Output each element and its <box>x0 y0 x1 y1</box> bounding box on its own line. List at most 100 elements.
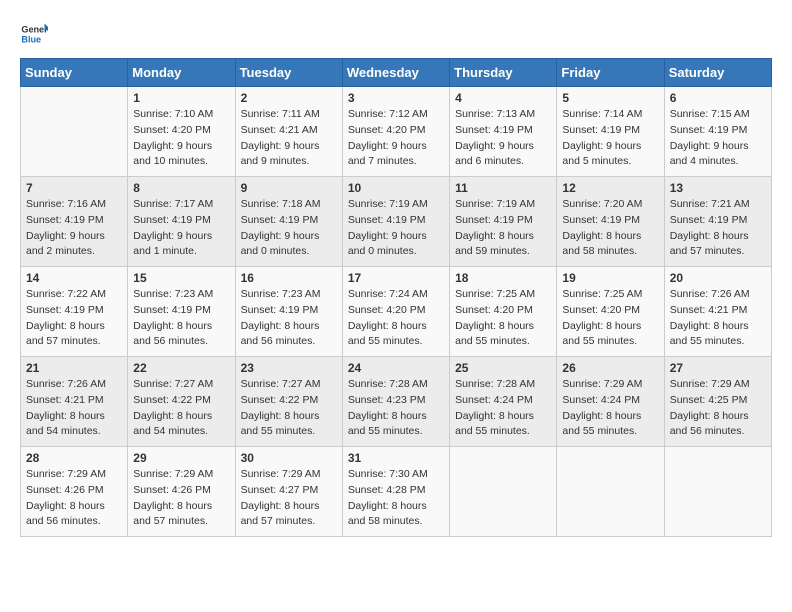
sunset-text: Sunset: 4:22 PM <box>241 394 319 406</box>
sunset-text: Sunset: 4:21 PM <box>670 304 748 316</box>
daylight-text: Daylight: 8 hours and 59 minutes. <box>455 230 534 258</box>
calendar-cell: 27Sunrise: 7:29 AMSunset: 4:25 PMDayligh… <box>664 357 771 447</box>
sunset-text: Sunset: 4:23 PM <box>348 394 426 406</box>
daylight-text: Daylight: 8 hours and 55 minutes. <box>348 410 427 438</box>
header-saturday: Saturday <box>664 59 771 87</box>
sunrise-text: Sunrise: 7:29 AM <box>26 468 106 480</box>
sunset-text: Sunset: 4:19 PM <box>348 214 426 226</box>
calendar-cell: 25 Sunrise: 7:28 AMSunset: 4:24 PMDayligh… <box>450 357 557 447</box>
sunset-text: Sunset: 4:19 PM <box>670 214 748 226</box>
daylight-text: Daylight: 9 hours and 7 minutes. <box>348 140 427 168</box>
sunrise-text: Sunrise: 7:27 AM <box>241 378 321 390</box>
sunset-text: Sunset: 4:19 PM <box>455 214 533 226</box>
sunset-text: Sunset: 4:19 PM <box>241 214 319 226</box>
sunset-text: Sunset: 4:25 PM <box>670 394 748 406</box>
header-tuesday: Tuesday <box>235 59 342 87</box>
calendar-cell: 14Sunrise: 7:22 AMSunset: 4:19 PMDayligh… <box>21 267 128 357</box>
daylight-text: Daylight: 8 hours and 58 minutes. <box>348 500 427 528</box>
calendar-cell: 29Sunrise: 7:29 AMSunset: 4:26 PMDayligh… <box>128 447 235 537</box>
day-info: Sunrise: 7:15 AM Sunset: 4:19 PM Daylight:… <box>670 107 766 170</box>
day-number: 13 <box>670 181 766 195</box>
svg-text:Blue: Blue <box>21 34 41 44</box>
day-info: Sunrise: 7:27 AMSunset: 4:22 PMDaylight:… <box>241 377 337 440</box>
calendar-cell: 13Sunrise: 7:21 AMSunset: 4:19 PMDayligh… <box>664 177 771 267</box>
day-info: Sunrise: 7:27 AMSunset: 4:22 PMDaylight:… <box>133 377 229 440</box>
day-number: 7 <box>26 181 122 195</box>
day-info: Sunrise: 7:12 AMSunset: 4:20 PMDaylight:… <box>348 107 444 170</box>
calendar-cell: 23Sunrise: 7:27 AMSunset: 4:22 PMDayligh… <box>235 357 342 447</box>
sunset-text: Sunset: 4:21 AM <box>241 124 318 136</box>
day-number: 29 <box>133 451 229 465</box>
day-number: 21 <box>26 361 122 375</box>
day-number: 17 <box>348 271 444 285</box>
daylight-text: Daylight: 9 hours and 0 minutes. <box>348 230 427 258</box>
daylight-text: Daylight: 8 hours and 56 minutes. <box>241 320 320 348</box>
sunrise-text: Sunrise: 7:17 AM <box>133 198 213 210</box>
logo: General Blue <box>20 20 52 48</box>
day-number: 15 <box>133 271 229 285</box>
day-number: 25 <box>455 361 551 375</box>
day-number: 26 <box>562 361 658 375</box>
sunset-text: Sunset: 4:19 PM <box>670 124 748 136</box>
sunrise-text: Sunrise: 7:11 AM <box>241 108 320 120</box>
sunrise-text: Sunrise: 7:26 AM <box>670 288 750 300</box>
day-info: Sunrise: 7:16 AMSunset: 4:19 PMDaylight:… <box>26 197 122 260</box>
sunrise-text: Sunrise: 7:29 AM <box>133 468 213 480</box>
daylight-text: Daylight: 8 hours and 57 minutes. <box>241 500 320 528</box>
calendar-cell: 22Sunrise: 7:27 AMSunset: 4:22 PMDayligh… <box>128 357 235 447</box>
sunset-text: Sunset: 4:26 PM <box>133 484 211 496</box>
daylight-text: Daylight: 9 hours and 4 minutes. <box>670 140 749 168</box>
calendar-week-row: 21 Sunrise: 7:26 AMSunset: 4:21 PMDayligh… <box>21 357 772 447</box>
sunrise-text: Sunrise: 7:30 AM <box>348 468 428 480</box>
day-number: 3 <box>348 91 444 105</box>
calendar-cell: 9Sunrise: 7:18 AMSunset: 4:19 PMDaylight… <box>235 177 342 267</box>
sunrise-text: Sunrise: 7:19 AM <box>455 198 535 210</box>
calendar-cell: 5Sunrise: 7:14 AMSunset: 4:19 PMDaylight… <box>557 87 664 177</box>
day-number: 18 <box>455 271 551 285</box>
header: General Blue <box>20 20 772 48</box>
sunset-text: Sunset: 4:27 PM <box>241 484 319 496</box>
calendar-cell <box>557 447 664 537</box>
sunrise-text: Sunrise: 7:27 AM <box>133 378 213 390</box>
daylight-text: Daylight: 8 hours and 55 minutes. <box>455 320 534 348</box>
calendar-cell <box>450 447 557 537</box>
day-info: Sunrise: 7:17 AMSunset: 4:19 PMDaylight:… <box>133 197 229 260</box>
sunrise-text: Sunrise: 7:13 AM <box>455 108 535 120</box>
calendar-cell: 16Sunrise: 7:23 AMSunset: 4:19 PMDayligh… <box>235 267 342 357</box>
sunset-text: Sunset: 4:24 PM <box>455 394 533 406</box>
calendar-cell: 1Sunrise: 7:10 AMSunset: 4:20 PMDaylight… <box>128 87 235 177</box>
sunrise-text: Sunrise: 7:28 AM <box>348 378 428 390</box>
day-info: Sunrise: 7:19 AM Sunset: 4:19 PM Daylight:… <box>455 197 551 260</box>
sunrise-text: Sunrise: 7:29 AM <box>670 378 750 390</box>
header-thursday: Thursday <box>450 59 557 87</box>
sunset-text: Sunset: 4:26 PM <box>26 484 104 496</box>
sunset-text: Sunset: 4:24 PM <box>562 394 640 406</box>
calendar-cell: 10Sunrise: 7:19 AMSunset: 4:19 PMDayligh… <box>342 177 449 267</box>
daylight-text: Daylight: 8 hours and 55 minutes. <box>455 410 534 438</box>
calendar-cell: 20Sunrise: 7:26 AMSunset: 4:21 PMDayligh… <box>664 267 771 357</box>
calendar-cell: 26Sunrise: 7:29 AMSunset: 4:24 PMDayligh… <box>557 357 664 447</box>
day-info: Sunrise: 7:23 AM Sunset: 4:19 PM Daylight:… <box>241 287 337 350</box>
daylight-text: Daylight: 8 hours and 54 minutes. <box>133 410 212 438</box>
day-number: 23 <box>241 361 337 375</box>
day-info: Sunrise: 7:28 AMSunset: 4:24 PMDaylight:… <box>455 377 551 440</box>
sunrise-text: Sunrise: 7:15 AM <box>670 108 750 120</box>
sunset-text: Sunset: 4:28 PM <box>348 484 426 496</box>
day-info: Sunrise: 7:22 AMSunset: 4:19 PMDaylight:… <box>26 287 122 350</box>
day-number: 6 <box>670 91 766 105</box>
day-info: Sunrise: 7:25 AMSunset: 4:20 PMDaylight:… <box>562 287 658 350</box>
sunset-text: Sunset: 4:19 PM <box>562 124 640 136</box>
sunrise-text: Sunrise: 7:22 AM <box>26 288 106 300</box>
day-info: Sunrise: 7:26 AMSunset: 4:21 PMDaylight:… <box>26 377 122 440</box>
daylight-text: Daylight: 9 hours and 6 minutes. <box>455 140 534 168</box>
day-info: Sunrise: 7:10 AMSunset: 4:20 PMDaylight:… <box>133 107 229 170</box>
sunset-text: Sunset: 4:19 PM <box>241 304 319 316</box>
sunrise-text: Sunrise: 7:23 AM <box>241 288 321 300</box>
sunrise-text: Sunrise: 7:16 AM <box>26 198 106 210</box>
day-number: 31 <box>348 451 444 465</box>
day-info: Sunrise: 7:26 AMSunset: 4:21 PMDaylight:… <box>670 287 766 350</box>
sunrise-text: Sunrise: 7:21 AM <box>670 198 750 210</box>
calendar-cell: 15Sunrise: 7:23 AMSunset: 4:19 PMDayligh… <box>128 267 235 357</box>
calendar-week-row: 1Sunrise: 7:10 AMSunset: 4:20 PMDaylight… <box>21 87 772 177</box>
calendar-cell: 2Sunrise: 7:11 AMSunset: 4:21 AMDaylight… <box>235 87 342 177</box>
